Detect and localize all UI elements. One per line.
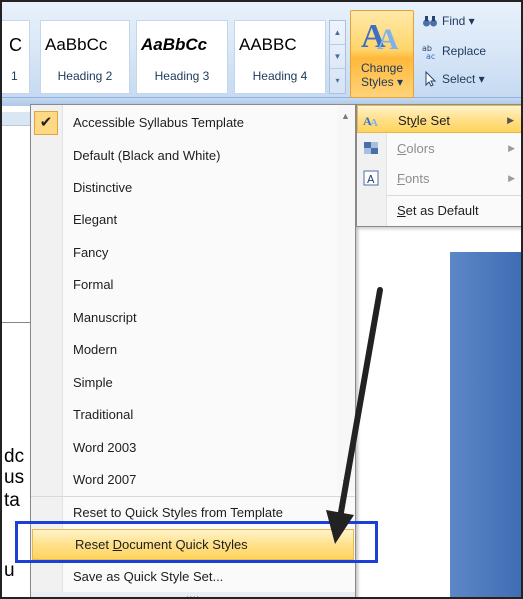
submenu-arrow-icon: ▶ [508, 143, 515, 153]
cursor-arrow-icon [425, 71, 437, 87]
submenu-label-part: onts [404, 171, 430, 186]
annotation-highlight-box [15, 521, 378, 563]
menu-item-distinctive[interactable]: Distinctive [31, 172, 337, 204]
change-styles-icon: A A [361, 18, 399, 55]
menu-item-traditional[interactable]: Traditional [31, 399, 337, 431]
scroll-down-icon[interactable]: ▼ [341, 477, 350, 487]
document-background [450, 252, 521, 597]
menu-item-label: Accessible Syllabus Template [73, 115, 245, 130]
styles-gallery-scroll[interactable]: ▲ ▼ ▾ [329, 20, 346, 94]
svg-text:A: A [367, 173, 375, 186]
style-caption: 1 [11, 69, 18, 83]
menu-item-label: Simple [73, 375, 113, 390]
style-tile-heading-3[interactable]: AaBbCc Heading 3 [136, 20, 228, 94]
gallery-down-icon[interactable]: ▼ [330, 45, 345, 69]
change-styles-button[interactable]: A A Change Styles ▾ [350, 10, 414, 98]
menu-item-word-2003[interactable]: Word 2003 [31, 432, 337, 464]
menu-item-modern[interactable]: Modern [31, 334, 337, 366]
select-label: Select ▾ [442, 72, 485, 86]
gallery-up-icon[interactable]: ▲ [330, 21, 345, 45]
find-label: Find ▾ [442, 14, 475, 28]
svg-text:ac: ac [426, 52, 435, 59]
menu-item-label: Manuscript [73, 310, 137, 325]
change-styles-submenu: A A Style Set ▶ Colors ▶ A Fonts ▶ Set a… [356, 104, 521, 227]
style-set-item[interactable]: A A Style Set ▶ [357, 105, 521, 133]
style-set-icon: A A [363, 114, 378, 128]
editing-group: Find ▾ ab ac Replace Select ▾ [418, 8, 521, 96]
menu-item-label: Elegant [73, 212, 118, 227]
document-fragment: us [4, 467, 25, 488]
gallery-more-icon[interactable]: ▾ [330, 69, 345, 93]
menu-item-word-2007[interactable]: Word 2007 [31, 464, 337, 496]
font-icon: A [363, 170, 379, 186]
ribbon: C 1 AaBbCc Heading 2 AaBbCc Heading 3 AA… [2, 2, 521, 98]
style-sample: AABBC [239, 35, 297, 54]
menu-item-label: Word 2003 [73, 440, 137, 455]
svg-text:A: A [370, 117, 378, 128]
menu-item-manuscript[interactable]: Manuscript [31, 302, 337, 334]
screenshot-frame: C 1 AaBbCc Heading 2 AaBbCc Heading 3 AA… [0, 0, 523, 599]
style-tile-heading-2[interactable]: AaBbCc Heading 2 [40, 20, 130, 94]
menu-item-formal[interactable]: Formal [31, 269, 337, 301]
style-sample: C [9, 35, 22, 55]
submenu-accelerator: C [397, 141, 407, 156]
submenu-label-part: olors [406, 141, 435, 156]
menu-item-fancy[interactable]: Fancy [31, 237, 337, 269]
submenu-label-part: et as Default [405, 203, 479, 218]
change-styles-label: Change Styles ▾ [351, 61, 413, 89]
submenu-accelerator: F [397, 171, 405, 186]
set-as-default-item[interactable]: Set as Default [387, 195, 521, 224]
menu-item-label: Word 2007 [73, 472, 137, 487]
svg-text:A: A [377, 23, 399, 55]
replace-button[interactable]: ab ac Replace [418, 40, 521, 62]
submenu-arrow-icon: ▶ [508, 173, 515, 183]
change-styles-line1: Change [360, 61, 404, 75]
ruler [2, 112, 30, 126]
replace-icon: ab ac [422, 44, 435, 59]
menu-scrollbar[interactable]: ▲ ▼ [337, 105, 355, 493]
binoculars-icon [423, 16, 437, 27]
fonts-item[interactable]: A Fonts ▶ [357, 164, 521, 193]
menu-item-label: Default (Black and White) [73, 148, 221, 163]
menu-item-label: Reset to Quick Styles from Template [73, 505, 284, 520]
menu-item-label: Distinctive [73, 180, 133, 195]
document-fragment: ta [4, 490, 20, 511]
colors-item[interactable]: Colors ▶ [357, 134, 521, 163]
document-fragment: dc [4, 446, 25, 467]
style-sample: AaBbCc [45, 35, 108, 54]
menu-item-default[interactable]: Default (Black and White) [31, 140, 337, 172]
style-tile-heading-1[interactable]: C 1 [2, 20, 30, 94]
submenu-label-part: St [398, 113, 411, 128]
menu-item-label: Traditional [73, 407, 134, 422]
menu-item-label: Fancy [73, 245, 109, 260]
find-button[interactable]: Find ▾ [418, 10, 521, 32]
menu-item-simple[interactable]: Simple [31, 367, 337, 399]
select-button[interactable]: Select ▾ [418, 68, 521, 90]
style-tile-heading-4[interactable]: AABBC Heading 4 [234, 20, 326, 94]
menu-item-label: Formal [73, 277, 114, 292]
replace-label: Replace [442, 44, 487, 58]
submenu-label-part: le Set [416, 113, 451, 128]
style-caption: Heading 2 [57, 69, 113, 83]
menu-item-elegant[interactable]: Elegant [31, 204, 337, 236]
checkmark-icon: ✔ [34, 111, 58, 135]
menu-item-label: Modern [73, 342, 118, 357]
change-styles-line2: Styles ▾ [360, 75, 404, 89]
style-sample: AaBbCc [141, 35, 208, 54]
save-as-quick-style-set-item[interactable]: Save as Quick Style Set... [31, 561, 355, 593]
style-caption: Heading 3 [154, 69, 210, 83]
submenu-accelerator: S [397, 203, 406, 218]
document-divider [2, 322, 30, 323]
scroll-up-icon[interactable]: ▲ [341, 111, 350, 121]
menu-resize-grip[interactable]: .... [31, 591, 355, 597]
submenu-arrow-icon: ▶ [507, 115, 514, 125]
style-caption: Heading 4 [252, 69, 308, 83]
menu-item-accessible-syllabus-template[interactable]: ✔ Accessible Syllabus Template [31, 107, 337, 139]
document-fragment: u [4, 560, 15, 581]
menu-item-label: Save as Quick Style Set... [73, 569, 224, 584]
color-palette-icon [364, 142, 378, 154]
